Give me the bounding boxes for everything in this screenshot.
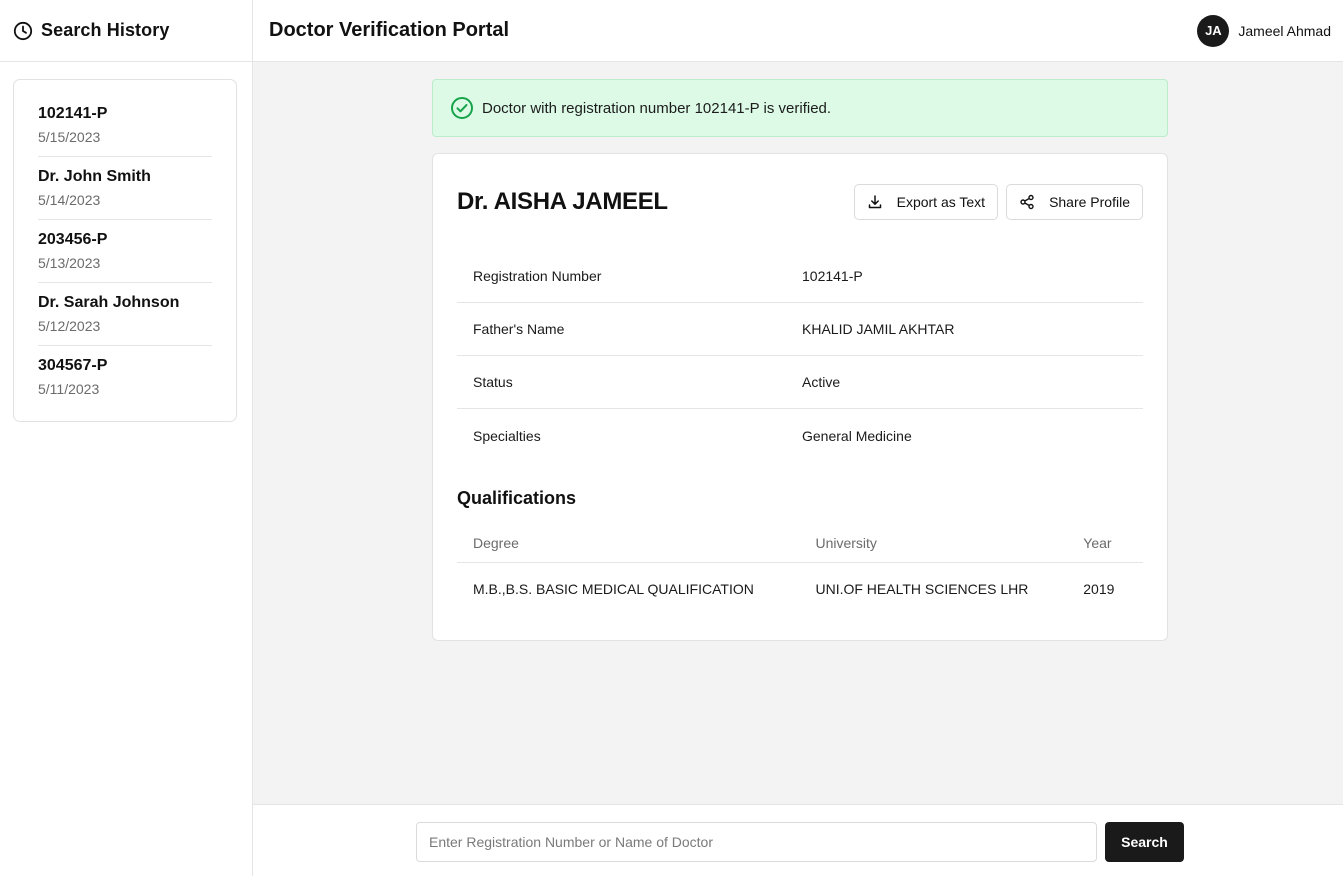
history-item-query: Dr. John Smith — [38, 168, 151, 185]
info-value: KHALID JAMIL AKHTAR — [802, 321, 955, 337]
history-item[interactable]: 203456-P 5/13/2023 — [38, 220, 212, 283]
history-item-date: 5/14/2023 — [38, 192, 101, 208]
doctor-profile-card: Dr. AISHA JAMEEL Export as Text Share Pr… — [432, 153, 1168, 641]
university-cell: UNI.OF HEALTH SCIENCES LHR — [815, 581, 1029, 597]
info-value: Active — [802, 374, 841, 390]
history-item-query: 304567-P — [38, 357, 108, 374]
sidebar-header: Search History — [0, 0, 252, 62]
info-label: Specialties — [473, 427, 541, 444]
history-item-query: 203456-P — [38, 231, 108, 248]
profile-actions: Export as Text Share Profile — [853, 184, 1143, 220]
sidebar: Search History 102141-P 5/15/2023 Dr. Jo… — [0, 0, 253, 876]
export-button-label: Export as Text — [896, 194, 986, 210]
table-row: M.B.,B.S. BASIC MEDICAL QUALIFICATION UN… — [457, 563, 1143, 615]
app: Search History 102141-P 5/15/2023 Dr. Jo… — [0, 0, 1343, 876]
top-bar: Doctor Verification Portal JA Jameel Ahm… — [253, 0, 1343, 62]
info-label: Registration Number — [473, 268, 602, 284]
sidebar-title: Search History — [41, 20, 170, 40]
doctor-name: Dr. AISHA JAMEEL — [457, 188, 668, 215]
profile-header: Dr. AISHA JAMEEL Export as Text Share Pr… — [457, 154, 1143, 250]
download-icon — [867, 194, 883, 210]
info-value: General Medicine — [802, 427, 912, 444]
history-item-date: 5/11/2023 — [38, 381, 100, 397]
share-profile-button[interactable]: Share Profile — [1006, 184, 1143, 220]
search-button[interactable]: Search — [1105, 822, 1184, 862]
qualifications-header-row: Degree University Year — [457, 523, 1143, 563]
check-circle-icon — [450, 96, 474, 120]
column-header-university: University — [815, 534, 877, 551]
degree-cell: M.B.,B.S. BASIC MEDICAL QUALIFICATION — [473, 581, 754, 597]
page-title: Doctor Verification Portal — [269, 19, 510, 41]
history-list: 102141-P 5/15/2023 Dr. John Smith 5/14/2… — [13, 79, 237, 422]
info-label: Father's Name — [473, 321, 565, 337]
year-cell: 2019 — [1083, 581, 1115, 597]
column-header-degree: Degree — [473, 534, 519, 551]
history-item-query: 102141-P — [38, 105, 108, 122]
column-header-year: Year — [1083, 534, 1112, 551]
user-menu[interactable]: JA Jameel Ahmad — [1197, 14, 1331, 47]
verification-alert: Doctor with registration number 102141-P… — [432, 79, 1168, 137]
info-label: Status — [473, 374, 513, 390]
info-row: Registration Number 102141-P — [457, 250, 1143, 303]
user-name: Jameel Ahmad — [1238, 22, 1331, 39]
doctor-info-table: Registration Number 102141-P Father's Na… — [457, 250, 1143, 462]
clock-icon — [13, 21, 33, 41]
history-item-date: 5/12/2023 — [38, 318, 101, 334]
history-item[interactable]: Dr. Sarah Johnson 5/12/2023 — [38, 283, 212, 346]
history-item[interactable]: 102141-P 5/15/2023 — [38, 94, 212, 157]
history-item-query: Dr. Sarah Johnson — [38, 294, 180, 311]
qualifications-title: Qualifications — [457, 488, 577, 508]
search-bar: Search — [253, 804, 1343, 876]
history-item-date: 5/13/2023 — [38, 255, 101, 271]
export-as-text-button[interactable]: Export as Text — [853, 184, 999, 220]
avatar[interactable]: JA — [1197, 14, 1230, 47]
history-item[interactable]: Dr. John Smith 5/14/2023 — [38, 157, 212, 220]
share-icon — [1019, 194, 1035, 210]
share-button-label: Share Profile — [1049, 194, 1130, 210]
search-input[interactable] — [416, 822, 1097, 862]
info-row: Specialties General Medicine — [457, 409, 1143, 462]
info-row: Father's Name KHALID JAMIL AKHTAR — [457, 303, 1143, 356]
alert-message: Doctor with registration number 102141-P… — [482, 99, 832, 117]
history-item[interactable]: 304567-P 5/11/2023 — [38, 346, 212, 408]
info-value: 102141-P — [802, 268, 863, 284]
qualifications-table: Degree University Year M.B.,B.S. BASIC M… — [457, 523, 1143, 615]
info-row: Status Active — [457, 356, 1143, 409]
history-item-date: 5/15/2023 — [38, 129, 101, 145]
